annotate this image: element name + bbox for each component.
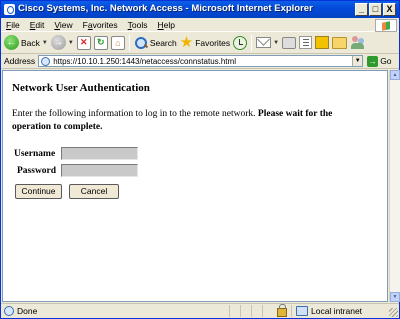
favorites-button[interactable]: ★ Favorites bbox=[179, 33, 231, 51]
menu-favorites[interactable]: Favorites bbox=[78, 20, 123, 30]
address-input[interactable]: https://10.10.1.250:1443/netaccess/conns… bbox=[38, 55, 364, 67]
status-panels bbox=[229, 305, 273, 317]
toolbar-separator bbox=[251, 34, 253, 51]
back-button[interactable]: ← Back ▼ bbox=[4, 35, 48, 50]
stop-icon[interactable]: ✕ bbox=[76, 35, 91, 50]
mail-button[interactable]: ▼ bbox=[256, 37, 279, 48]
browser-window: Cisco Systems, Inc. Network Access - Mic… bbox=[0, 0, 400, 319]
instruction-text: Enter the following information to log i… bbox=[12, 109, 256, 119]
forward-arrow-icon: → bbox=[50, 35, 66, 50]
window-title: Cisco Systems, Inc. Network Access - Mic… bbox=[18, 3, 313, 14]
chevron-down-icon[interactable]: ▼ bbox=[68, 40, 74, 46]
menu-help[interactable]: Help bbox=[153, 20, 180, 30]
go-label: Go bbox=[380, 56, 392, 66]
menu-tools[interactable]: Tools bbox=[123, 20, 153, 30]
page-icon bbox=[4, 306, 14, 316]
zone-label: Local intranet bbox=[311, 306, 363, 316]
contacts-icon[interactable] bbox=[350, 35, 365, 50]
chevron-down-icon[interactable]: ▼ bbox=[42, 40, 48, 46]
username-label: Username bbox=[14, 149, 56, 159]
back-arrow-icon: ← bbox=[4, 35, 19, 50]
page-content: Network User Authentication Enter the fo… bbox=[2, 70, 388, 302]
edit-icon[interactable] bbox=[299, 36, 313, 49]
favorites-label: Favorites bbox=[195, 37, 231, 48]
go-arrow-icon: → bbox=[367, 55, 379, 67]
mail-icon bbox=[256, 37, 272, 48]
forward-button[interactable]: → ▼ bbox=[50, 35, 74, 50]
home-icon[interactable]: ⌂ bbox=[110, 35, 125, 50]
star-icon: ★ bbox=[179, 33, 194, 51]
page-icon bbox=[41, 56, 51, 66]
scroll-down-arrow-icon[interactable]: ▼ bbox=[390, 292, 400, 302]
password-label: Password bbox=[17, 166, 57, 176]
menu-file[interactable]: File bbox=[1, 20, 25, 30]
print-icon[interactable] bbox=[282, 36, 297, 49]
page-title: Network User Authentication bbox=[12, 82, 150, 94]
maximize-button[interactable]: □ bbox=[369, 3, 382, 16]
status-bar: Done Local intranet bbox=[1, 303, 399, 318]
menu-view[interactable]: View bbox=[49, 20, 77, 30]
status-left: Done bbox=[1, 306, 229, 316]
lock-icon[interactable] bbox=[277, 303, 287, 317]
security-zone[interactable]: Local intranet bbox=[291, 305, 362, 317]
window-controls: _ □ X bbox=[355, 3, 396, 16]
password-input[interactable] bbox=[61, 164, 138, 177]
messenger-icon[interactable] bbox=[315, 36, 330, 49]
status-panel bbox=[262, 305, 273, 317]
history-icon[interactable] bbox=[233, 35, 248, 50]
vertical-scrollbar[interactable]: ▲ ▼ bbox=[389, 70, 400, 302]
username-input[interactable] bbox=[61, 147, 138, 160]
refresh-icon[interactable]: ↻ bbox=[93, 35, 108, 50]
search-icon bbox=[134, 36, 148, 50]
continue-button[interactable]: Continue bbox=[15, 184, 62, 199]
status-panel bbox=[240, 305, 251, 317]
folder-icon[interactable] bbox=[332, 36, 348, 49]
address-label: Address bbox=[4, 56, 36, 66]
scroll-up-arrow-icon[interactable]: ▲ bbox=[390, 70, 400, 80]
status-text: Done bbox=[17, 306, 38, 316]
search-button[interactable]: Search bbox=[134, 36, 177, 50]
status-panel bbox=[229, 305, 240, 317]
windows-logo-icon bbox=[375, 19, 397, 32]
menu-edit[interactable]: Edit bbox=[25, 20, 50, 30]
instructions-text: Enter the following information to log i… bbox=[12, 108, 372, 133]
go-button[interactable]: → Go bbox=[367, 55, 392, 67]
cancel-button[interactable]: Cancel bbox=[69, 184, 119, 199]
ie-logo-icon bbox=[4, 4, 15, 15]
status-panel bbox=[251, 305, 262, 317]
chevron-down-icon[interactable]: ▼ bbox=[352, 56, 363, 66]
title-bar: Cisco Systems, Inc. Network Access - Mic… bbox=[1, 1, 399, 18]
close-button[interactable]: X bbox=[383, 3, 396, 16]
search-label: Search bbox=[149, 37, 177, 48]
toolbar: ← Back ▼ → ▼ ✕ ↻ ⌂ Search ★ Favorites ▼ bbox=[1, 32, 399, 54]
toolbar-separator bbox=[128, 34, 130, 51]
address-bar: Address https://10.10.1.250:1443/netacce… bbox=[1, 54, 399, 69]
menu-bar: File Edit View Favorites Tools Help bbox=[1, 18, 399, 32]
intranet-icon bbox=[296, 306, 308, 316]
back-label: Back bbox=[21, 37, 40, 48]
resize-grip-icon[interactable] bbox=[389, 308, 398, 317]
minimize-button[interactable]: _ bbox=[355, 3, 368, 16]
chevron-down-icon[interactable]: ▼ bbox=[273, 40, 279, 46]
address-url[interactable]: https://10.10.1.250:1443/netaccess/conns… bbox=[53, 57, 236, 66]
